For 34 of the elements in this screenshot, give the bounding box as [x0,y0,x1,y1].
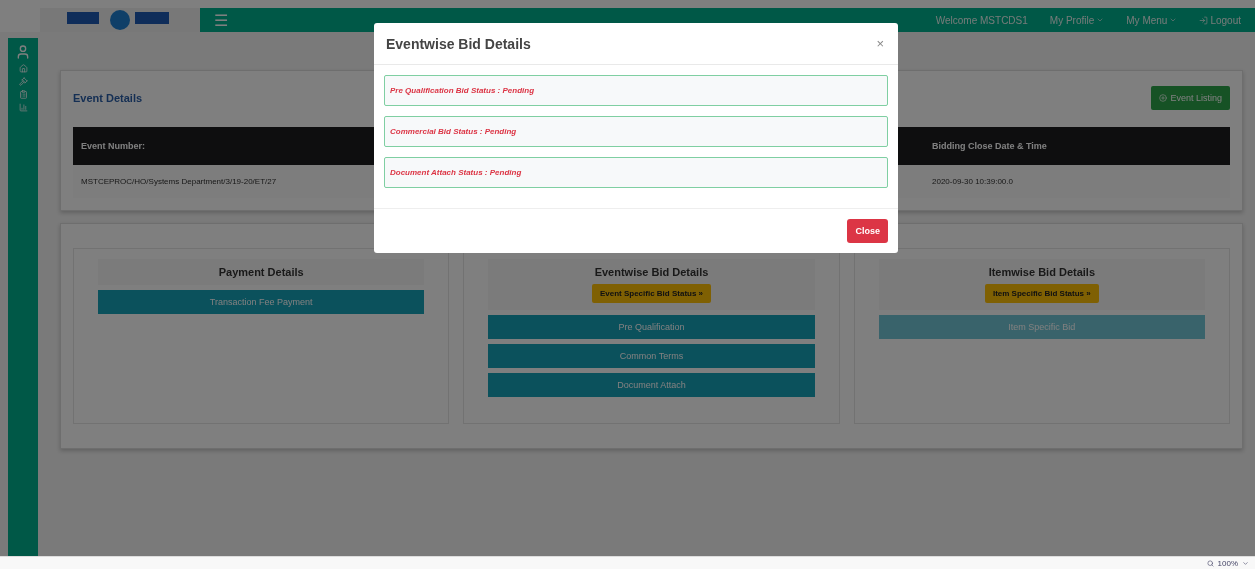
status-alert: Commercial Bid Status : Pending [384,116,888,148]
status-alert: Pre Qualification Bid Status : Pending [384,75,888,107]
modal-title: Eventwise Bid Details [386,35,531,52]
nav-link[interactable]: My Profile [1049,14,1105,26]
caret-icon [1096,16,1105,24]
home-icon[interactable] [18,64,28,73]
menu-icon[interactable]: ☰ [214,10,228,30]
action-button[interactable]: Pre Qualification [488,315,815,339]
action-button[interactable]: Document Attach [488,373,815,397]
user-icon[interactable] [15,44,31,60]
zoom-level[interactable]: 100% [1217,558,1238,568]
panel-title: Payment Details [218,266,304,278]
nav-link[interactable]: My Menu [1126,14,1178,26]
action-button[interactable]: Common Terms [488,344,815,368]
welcome-text: Welcome MSTCDS1 [935,14,1028,26]
status-badge[interactable]: Event Specific Bid Status » [591,284,712,303]
panel-title: Itemwise Bid Details [988,266,1095,278]
status-alert: Document Attach Status : Pending [384,157,888,189]
status-badge[interactable]: Item Specific Bid Status » [984,284,1099,303]
chart-icon[interactable] [18,103,28,112]
login-arrow-icon [1199,15,1209,25]
gavel-icon[interactable] [18,77,28,86]
dropdown-icon[interactable] [1242,559,1249,567]
event-listing-button[interactable]: Event Listing [1151,86,1230,110]
zoom-icon [1206,559,1214,567]
plus-circle-icon [1159,94,1168,102]
caret-icon [1169,16,1178,24]
table-header-cell: Bidding Close Date & Time [924,127,1230,165]
nav-link[interactable]: Logout [1199,14,1241,26]
card-title: Event Details [73,92,143,104]
close-button[interactable]: Close [847,219,888,243]
list-icon[interactable] [18,90,28,99]
action-button[interactable]: Transaction Fee Payment [98,290,425,314]
panel-title: Eventwise Bid Details [594,266,709,278]
